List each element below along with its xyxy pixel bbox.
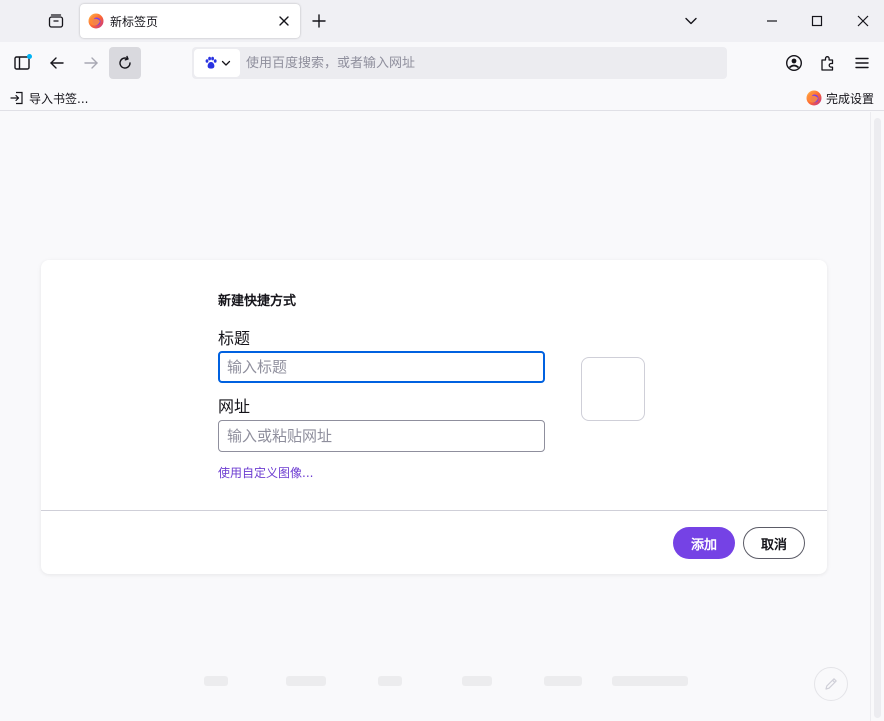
sidebar-icon	[14, 54, 32, 70]
cancel-button[interactable]: 取消	[743, 527, 805, 559]
extensions-button[interactable]	[812, 47, 844, 79]
account-button[interactable]	[778, 47, 810, 79]
firefox-icon	[806, 90, 822, 106]
account-icon	[785, 54, 803, 72]
url-input[interactable]	[246, 55, 716, 71]
close-icon	[279, 16, 289, 26]
bookmarks-toolbar: 导入书签... 完成设置	[0, 84, 884, 111]
faded-label	[378, 676, 402, 686]
puzzle-icon	[821, 56, 834, 71]
chevron-down-icon	[685, 17, 697, 25]
faded-label	[286, 676, 326, 686]
chevron-down-icon	[221, 60, 230, 66]
finish-setup-button[interactable]: 完成设置	[806, 88, 874, 108]
customize-button[interactable]	[814, 667, 848, 701]
plus-icon	[312, 14, 326, 28]
minimize-button[interactable]	[759, 8, 785, 34]
back-arrow-icon	[50, 57, 64, 69]
finish-setup-label: 完成设置	[825, 91, 874, 106]
forward-arrow-icon	[84, 57, 98, 69]
dialog-divider	[41, 510, 827, 511]
faded-shortcut-labels	[200, 672, 700, 692]
title-field-label: 标题	[218, 329, 251, 348]
import-icon	[10, 91, 23, 105]
close-window-button[interactable]	[850, 8, 876, 34]
tab-new-tab[interactable]: 新标签页	[80, 4, 300, 38]
sidebar-button[interactable]	[7, 47, 39, 79]
faded-label	[612, 676, 688, 686]
custom-image-link[interactable]: 使用自定义图像...	[218, 464, 313, 481]
import-bookmarks-button[interactable]: 导入书签...	[10, 88, 88, 108]
maximize-icon	[811, 15, 823, 27]
search-engine-button[interactable]	[194, 49, 240, 77]
add-button[interactable]: 添加	[673, 527, 735, 559]
close-tab-button[interactable]	[274, 11, 294, 31]
new-tab-button[interactable]	[308, 10, 330, 32]
url-field-label: 网址	[218, 397, 251, 416]
pencil-icon	[825, 678, 837, 690]
maximize-button[interactable]	[804, 8, 830, 34]
list-all-tabs-button[interactable]	[680, 10, 702, 32]
reload-icon	[119, 55, 131, 69]
faded-label	[544, 676, 582, 686]
nav-bar	[0, 42, 884, 84]
baidu-paw-icon	[205, 56, 217, 69]
url-field[interactable]	[218, 420, 545, 452]
title-input[interactable]	[218, 351, 545, 383]
faded-label	[204, 676, 228, 686]
hamburger-menu-icon	[855, 57, 869, 69]
dialog-title: 新建快捷方式	[218, 294, 297, 309]
scrollbar-thumb[interactable]	[874, 118, 881, 718]
tab-title: 新标签页	[110, 14, 159, 29]
close-window-icon	[857, 15, 869, 27]
tab-bar: 新标签页	[0, 0, 884, 42]
tab-list-icon	[48, 14, 64, 28]
reload-button[interactable]	[109, 47, 141, 79]
firefox-icon	[88, 13, 104, 29]
url-bar[interactable]	[192, 47, 727, 79]
shortcut-preview-tile	[581, 357, 645, 421]
forward-button[interactable]	[75, 47, 107, 79]
menu-button[interactable]	[846, 47, 878, 79]
page-scrollbar[interactable]	[870, 112, 884, 721]
faded-label	[462, 676, 492, 686]
tab-list-button[interactable]	[44, 9, 68, 33]
minimize-icon	[767, 20, 777, 22]
new-shortcut-dialog: 新建快捷方式 标题 网址 使用自定义图像... 添加 取消	[41, 260, 827, 574]
import-bookmarks-label: 导入书签...	[29, 91, 89, 106]
back-button[interactable]	[41, 47, 73, 79]
